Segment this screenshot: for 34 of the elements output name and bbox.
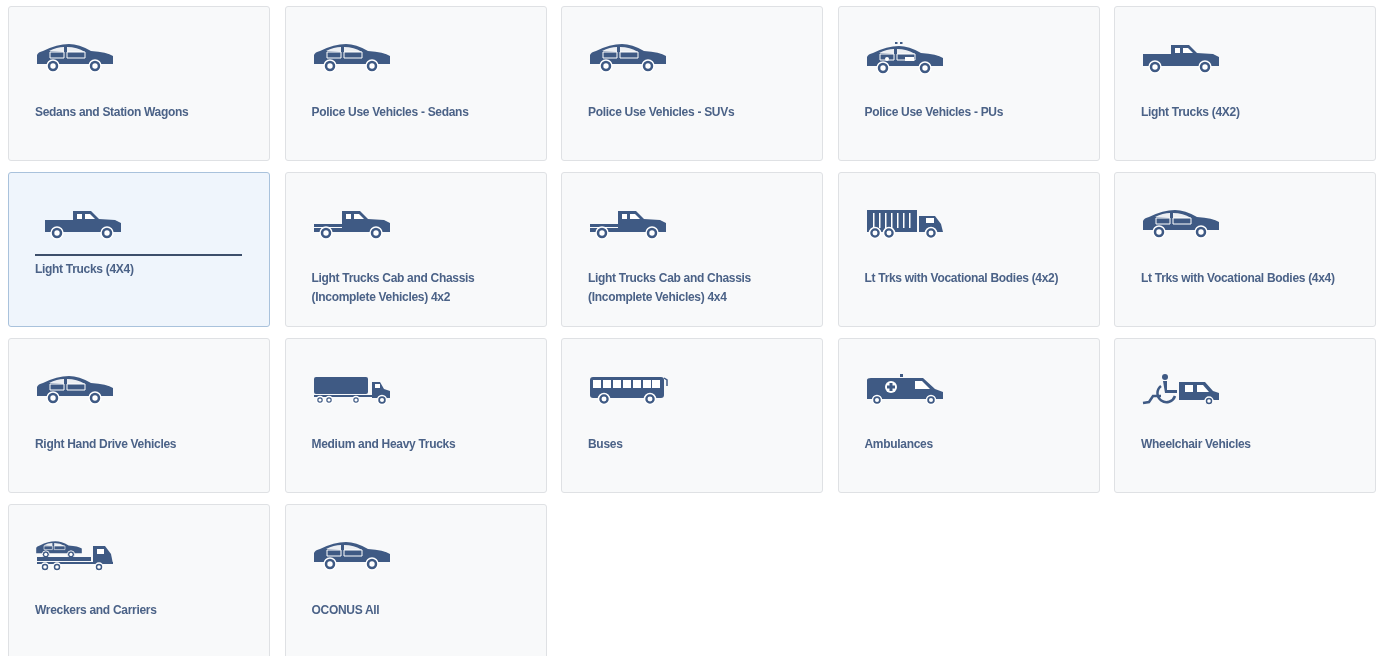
pickup-truck-icon — [311, 208, 392, 240]
car-icon — [35, 374, 115, 406]
category-card[interactable]: Lt Trks with Vocational Bodies (4x4) — [1114, 172, 1376, 327]
category-card[interactable]: OCONUS All — [284, 504, 547, 656]
category-card[interactable]: Police Use Vehicles - PUs — [837, 6, 1100, 161]
bus-icon — [588, 374, 668, 406]
police-car-icon — [864, 42, 945, 74]
category-card[interactable]: Buses — [561, 338, 823, 493]
category-card[interactable]: Right Hand Drive Vehicles — [8, 338, 270, 493]
car-icon — [35, 42, 115, 74]
category-card[interactable]: Light Trucks (4X2) — [1114, 6, 1376, 161]
category-card[interactable]: Wheelchair Vehicles — [1114, 338, 1376, 493]
category-card[interactable]: Police Use Vehicles - SUVs — [561, 6, 823, 161]
car-icon — [1141, 208, 1221, 240]
box-truck-icon — [864, 208, 945, 240]
category-card[interactable]: Lt Trks with Vocational Bodies (4x2) — [837, 172, 1100, 327]
category-card[interactable]: Light Trucks Cab and Chassis (Incomplete Vehicles) 4x2 — [284, 172, 547, 327]
category-card[interactable]: Sedans and Station Wagons — [8, 6, 270, 161]
semi-truck-icon — [311, 374, 392, 406]
wheelchair-van-icon — [1141, 374, 1221, 406]
car-icon — [311, 540, 392, 572]
category-card[interactable]: Police Use Vehicles - Sedans — [284, 6, 547, 161]
pickup-truck-icon — [43, 208, 123, 240]
category-card[interactable]: Ambulances — [837, 338, 1100, 493]
car-icon — [311, 42, 392, 74]
pickup-truck-icon — [1141, 42, 1221, 74]
pickup-truck-icon — [588, 208, 668, 240]
category-card[interactable]: Light Trucks Cab and Chassis (Incomplete Vehicles) 4x4 — [561, 172, 823, 327]
category-card[interactable]: Light Trucks (4X4) — [8, 172, 270, 327]
category-card[interactable]: Wreckers and Carriers — [8, 504, 270, 656]
car-carrier-icon — [35, 540, 115, 572]
car-icon — [588, 42, 668, 74]
category-card[interactable]: Medium and Heavy Trucks — [284, 338, 547, 493]
ambulance-icon — [864, 374, 945, 406]
